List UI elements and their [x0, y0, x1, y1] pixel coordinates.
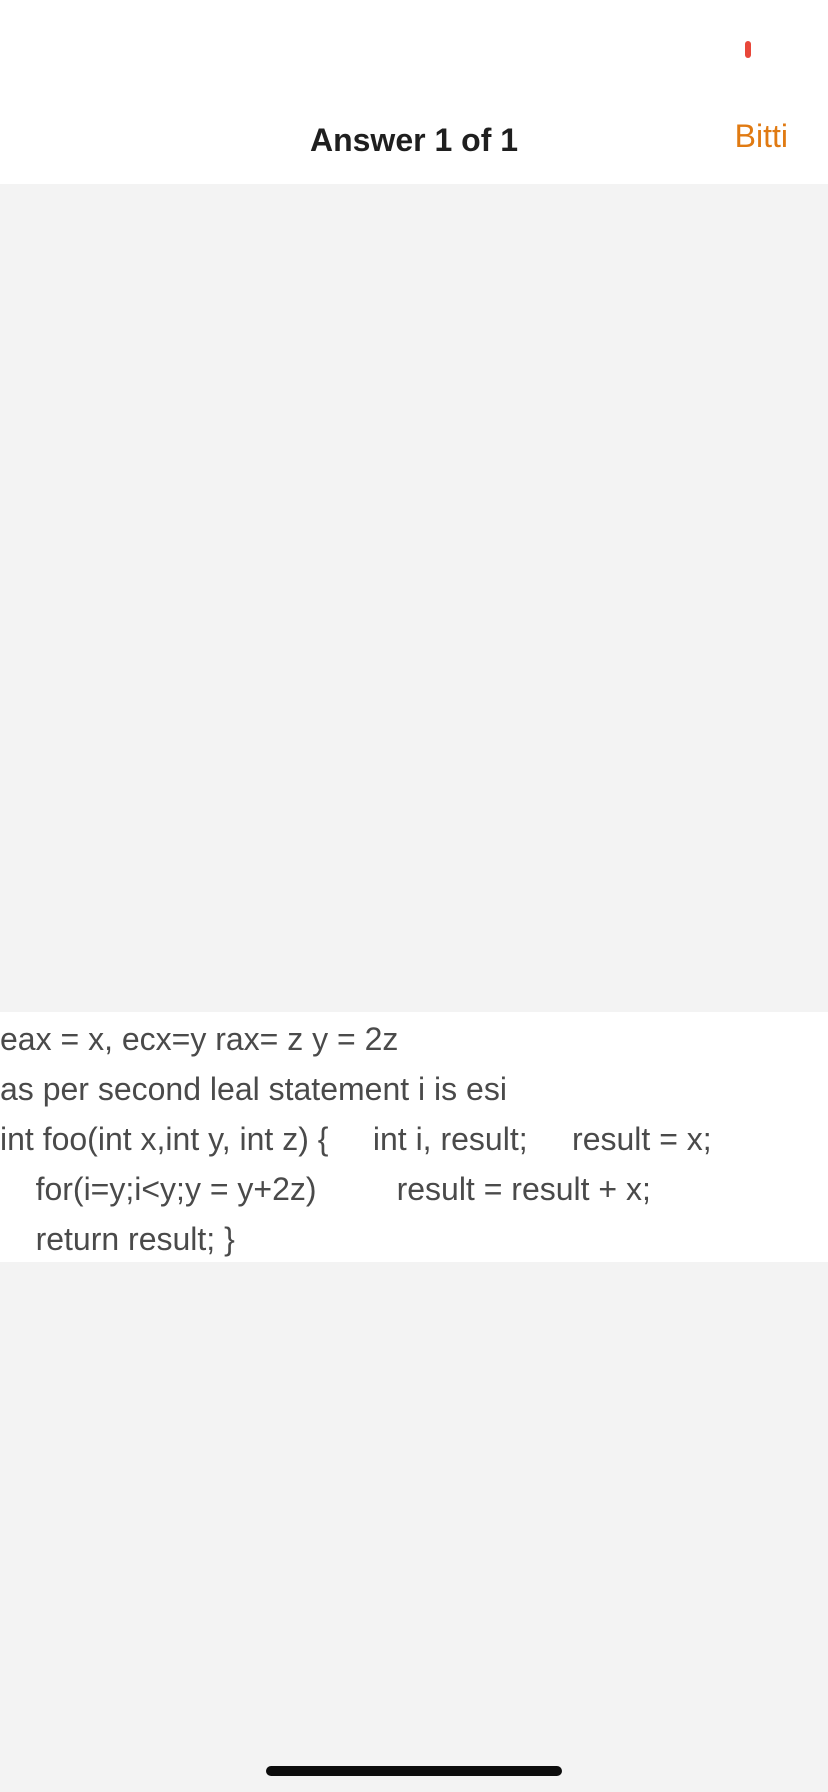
answer-line: eax = x, ecx=y rax= z y = 2z: [0, 1021, 399, 1057]
home-indicator[interactable]: [266, 1766, 562, 1776]
answer-line: as per second leal statement i is esi: [0, 1071, 507, 1107]
answer-line: return result; }: [0, 1221, 235, 1257]
done-button[interactable]: Bitti: [735, 118, 788, 155]
answer-viewer[interactable]: eax = x, ecx=y rax= z y = 2z as per seco…: [0, 184, 828, 1792]
status-bar: [0, 0, 828, 100]
answer-line: for(i=y;i<y;y = y+2z) result = result + …: [0, 1171, 651, 1207]
page-title: Answer 1 of 1: [309, 122, 519, 158]
screen: Answer 1 of 1 Bitti eax = x, ecx=y rax= …: [0, 0, 828, 1792]
navigation-bar: Answer 1 of 1 Bitti: [0, 100, 828, 184]
answer-text-block: eax = x, ecx=y rax= z y = 2z as per seco…: [0, 1012, 828, 1262]
answer-line: int foo(int x,int y, int z) { int i, res…: [0, 1121, 712, 1157]
recording-indicator-icon: [745, 41, 751, 58]
